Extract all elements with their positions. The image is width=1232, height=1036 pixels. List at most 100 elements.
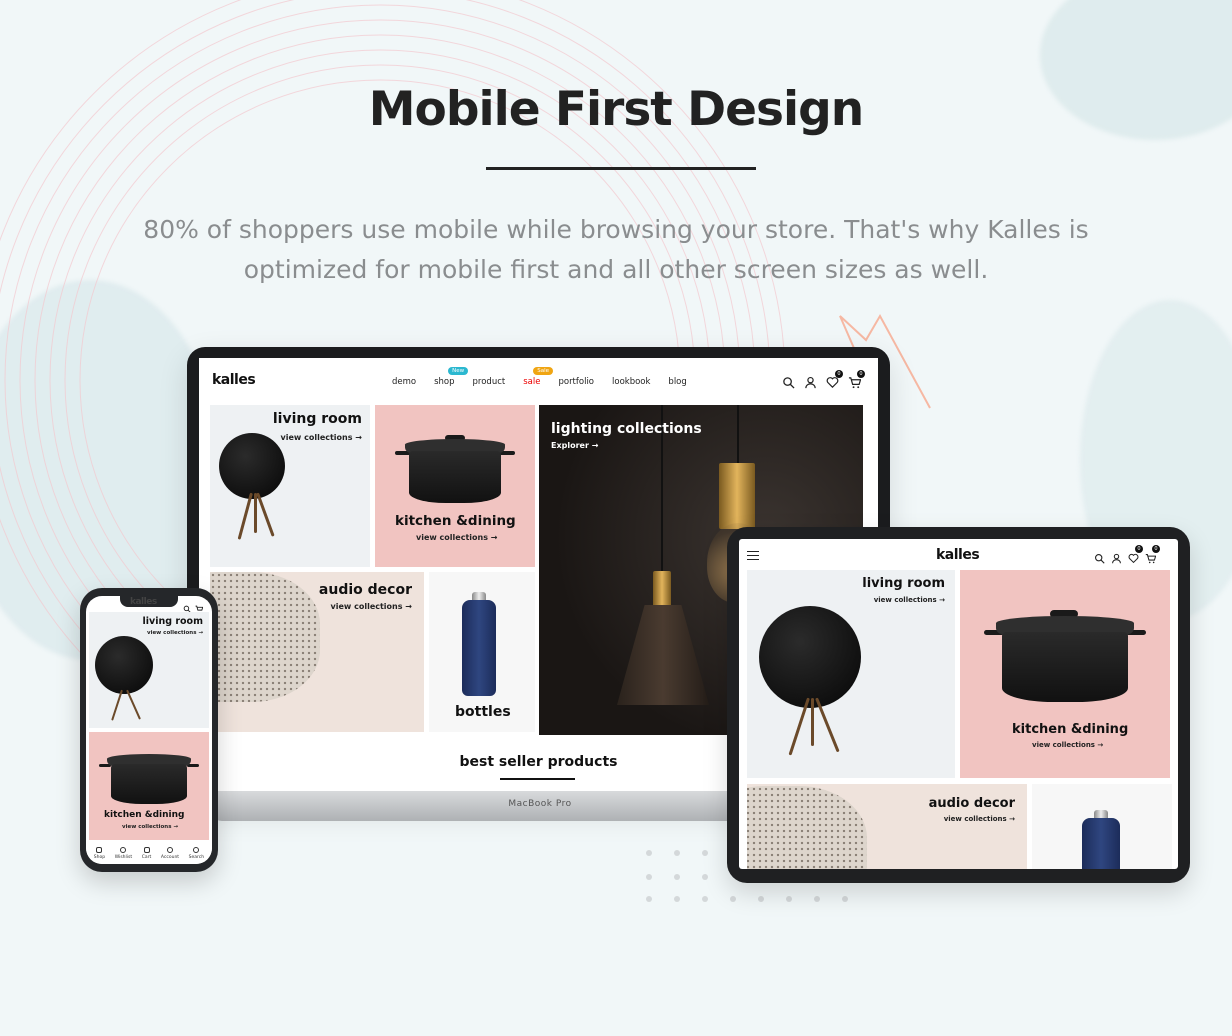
tab-label: Shop [93,854,106,860]
search-icon [193,846,200,853]
tab-cart[interactable]: Cart [142,846,151,860]
nav-item-demo[interactable]: demo [392,377,416,387]
cart-icon[interactable] [195,598,204,611]
sale-badge: Sale [533,367,554,375]
tablet-kitchen-dining-tile[interactable]: kitchen &dining view collections → [960,570,1170,778]
pot-image [409,451,501,503]
tablet-header-icons: 0 0 [1094,545,1160,564]
speaker-image [95,636,153,694]
nav-label-sale: sale [523,377,541,387]
phone-kitchen-dining-link[interactable]: view collections → [122,824,178,830]
phone-header-icons [183,598,204,613]
audio-decor-tile[interactable]: audio decor view collections → [210,572,424,732]
tablet-audio-decor-title: audio decor [928,796,1015,811]
speaker-leg [811,698,814,746]
living-room-link[interactable]: view collections → [281,433,362,442]
nav-item-sale[interactable]: sale Sale [523,367,554,387]
speaker-leg [237,492,253,540]
cart-count: 0 [1152,545,1160,553]
tablet-living-room-title: living room [862,576,945,591]
tablet-living-room-tile[interactable]: living room view collections → [747,570,955,778]
nav-item-blog[interactable]: blog [668,377,686,387]
speaker-leg [111,689,123,721]
search-icon[interactable] [1094,549,1105,564]
tab-shop[interactable]: Shop [93,846,106,860]
title-underline [486,167,756,170]
nav-item-product[interactable]: product [473,377,506,387]
bottle-image [1082,818,1120,869]
heart-icon [120,846,127,853]
nav-label-product: product [472,377,506,387]
tablet-bottles-tile[interactable] [1032,784,1172,869]
audio-decor-title: audio decor [318,582,412,598]
speaker-grille-image [210,572,320,702]
phone-living-room-title: living room [142,616,203,627]
speaker-image [759,606,861,708]
kitchen-dining-link[interactable]: view collections → [416,533,497,542]
pot-image [111,764,187,804]
tablet-audio-decor-tile[interactable]: audio decor view collections → [747,784,1027,869]
laptop-main-nav: demo shop New product sale Sale portfolio … [392,367,705,387]
heart-icon[interactable]: 0 [826,370,843,388]
phone-living-room-link[interactable]: view collections → [147,630,203,636]
tablet-kitchen-dining-title: kitchen &dining [1012,722,1129,737]
hero-subtitle-line-2: optimized for mobile first and all other… [243,255,989,284]
tablet-living-room-link[interactable]: view collections → [874,596,945,604]
nav-label-shop: shop [434,377,455,387]
lamp-socket [719,463,755,529]
lamp-cord [737,405,739,465]
lighting-link[interactable]: Explorer → [551,441,598,450]
wishlist-count: 0 [1135,545,1143,553]
kitchen-dining-title: kitchen &dining [395,513,516,529]
phone-screen: kalles living room view collections → ki… [86,596,212,864]
phone-kitchen-dining-tile[interactable]: kitchen &dining view collections → [89,732,209,840]
nav-label-blog: blog [668,377,687,387]
lighting-title: lighting collections [551,421,702,437]
nav-label-demo: demo [392,377,417,387]
phone-logo[interactable]: kalles [130,597,157,607]
tab-wishlist[interactable]: Wishlist [114,846,133,860]
tab-label: Account [160,854,180,860]
hero-subtitle: 80% of shoppers use mobile while browsin… [80,210,1152,290]
search-icon[interactable] [782,374,795,389]
speaker-leg [254,493,257,533]
page-title: Mobile First Design [368,82,864,137]
nav-item-portfolio[interactable]: portfolio [558,377,594,387]
cart-icon [143,846,150,853]
tablet-audio-decor-link[interactable]: view collections → [944,815,1015,823]
best-seller-underline [500,778,575,780]
nav-item-shop[interactable]: shop New [434,367,469,387]
speaker-leg [126,689,141,720]
new-badge: New [448,367,469,375]
laptop-header-icons: 0 0 [782,370,865,389]
user-icon[interactable] [1111,549,1122,564]
phone-living-room-tile[interactable]: living room view collections → [89,612,209,728]
nav-label-lookbook: lookbook [612,377,651,387]
menu-icon[interactable] [747,551,759,560]
laptop-site-header: kalles demo shop New product sale Sale por… [199,358,878,402]
living-room-tile[interactable]: living room view collections → [210,405,370,567]
bottles-tile[interactable]: bottles [429,572,535,732]
phone-tab-bar: Shop Wishlist Cart Account Search [86,842,212,864]
pot-image [1002,632,1128,702]
nav-label-portfolio: portfolio [558,377,595,387]
living-room-title: living room [272,411,362,427]
kitchen-dining-tile[interactable]: kitchen &dining view collections → [375,405,535,567]
audio-decor-link[interactable]: view collections → [331,602,412,611]
nav-item-lookbook[interactable]: lookbook [612,377,650,387]
speaker-image [219,433,285,499]
tablet-kitchen-dining-link[interactable]: view collections → [1032,741,1103,749]
cart-icon[interactable]: 0 [848,370,865,389]
tab-account[interactable]: Account [160,846,180,860]
tab-search[interactable]: Search [189,846,204,860]
heart-icon[interactable]: 0 [1128,545,1143,564]
user-icon [166,846,173,853]
speaker-leg [815,697,840,753]
laptop-logo[interactable]: kalles [212,372,256,388]
tablet-logo[interactable]: kalles [936,547,980,563]
search-icon[interactable] [183,598,191,613]
cart-icon[interactable]: 0 [1145,545,1160,564]
bottles-title: bottles [455,704,511,720]
user-icon[interactable] [804,374,817,389]
tab-label: Wishlist [114,854,133,860]
